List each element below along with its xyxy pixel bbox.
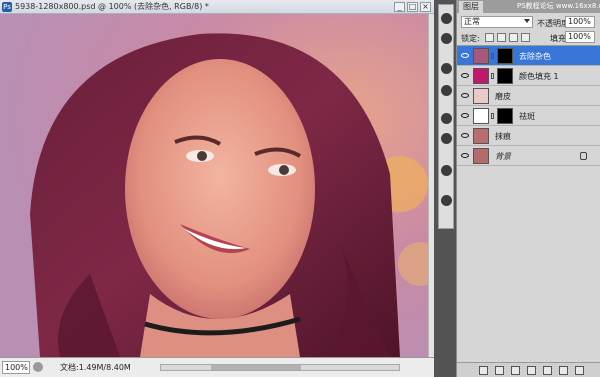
layer-thumbnail (473, 148, 489, 164)
layer-name: 颜色填充 1 (519, 72, 559, 81)
swatches-panel-icon[interactable] (441, 33, 452, 44)
brush-panel-icon[interactable] (441, 165, 452, 176)
new-layer-icon[interactable] (559, 366, 568, 375)
portrait-image (0, 14, 428, 357)
layer-thumbnail (473, 108, 489, 124)
layer-name: 去除杂色 (519, 52, 551, 61)
eye-icon[interactable] (461, 93, 469, 98)
layer-row-background[interactable]: 背景 (457, 146, 600, 166)
layer-thumbnail (473, 128, 489, 144)
lock-all-icon[interactable] (521, 33, 530, 42)
eye-icon[interactable] (461, 53, 469, 58)
opacity-field[interactable]: 100% (565, 16, 595, 28)
link-icon (491, 53, 494, 59)
lock-image-icon[interactable] (497, 33, 506, 42)
clone-source-panel-icon[interactable] (441, 195, 452, 206)
layer-row-noise-removal[interactable]: 去除杂色 (457, 46, 600, 66)
layer-row-erase-marks[interactable]: 抹痕 (457, 126, 600, 146)
fill-field[interactable]: 100% (565, 31, 595, 43)
document-window: Ps 5938-1280x800.psd @ 100% (去除杂色, RGB/8… (0, 0, 434, 377)
link-layers-icon[interactable] (479, 366, 488, 375)
panel-tab-bar: 图层 PS教程论坛 www.16xx8.com (457, 0, 600, 13)
info-panel-icon[interactable] (441, 63, 452, 74)
link-icon (491, 113, 494, 119)
layer-thumbnail (473, 48, 489, 64)
layer-thumbnail (473, 68, 489, 84)
lock-icon (580, 152, 587, 160)
document-size-info[interactable]: 文档:1.49M/8.40M (60, 362, 131, 373)
blend-mode-select[interactable]: 正常 (461, 16, 533, 28)
layer-style-icon[interactable] (495, 366, 504, 375)
layer-name: 抹痕 (495, 132, 511, 141)
eye-icon[interactable] (461, 153, 469, 158)
layer-row-spot-removal[interactable]: 祛斑 (457, 106, 600, 126)
watermark-text: PS教程论坛 www.16xx8.com (517, 2, 600, 10)
mask-thumbnail[interactable] (497, 108, 513, 124)
lock-transparent-icon[interactable] (485, 33, 494, 42)
horizontal-scrollbar[interactable] (160, 364, 400, 371)
minimize-button[interactable]: _ (394, 2, 405, 12)
history-panel-icon[interactable] (441, 113, 452, 124)
close-button[interactable]: × (420, 2, 431, 12)
lock-label: 锁定: (461, 34, 480, 43)
chevron-down-icon (524, 19, 530, 23)
trash-icon[interactable] (575, 366, 584, 375)
zoom-level-field[interactable]: 100% (2, 361, 30, 374)
layer-name: 背景 (495, 152, 511, 161)
link-icon (491, 73, 494, 79)
layers-list: 去除杂色 颜色填充 1 磨皮 祛斑 抹痕 背景 (457, 45, 600, 360)
document-title: 5938-1280x800.psd @ 100% (去除杂色, RGB/8) * (15, 2, 209, 11)
actions-panel-icon[interactable] (441, 133, 452, 144)
eye-icon[interactable] (461, 113, 469, 118)
eye-icon[interactable] (461, 133, 469, 138)
tab-layers[interactable]: 图层 (459, 1, 483, 13)
histogram-panel-icon[interactable] (441, 85, 452, 96)
layer-name: 磨皮 (495, 92, 511, 101)
eye-icon[interactable] (461, 73, 469, 78)
layer-row-smoothing[interactable]: 磨皮 (457, 86, 600, 106)
blend-mode-value: 正常 (464, 17, 480, 26)
new-group-icon[interactable] (543, 366, 552, 375)
status-bar: 100% 文档:1.49M/8.40M (0, 357, 434, 377)
layer-row-color-fill[interactable]: 颜色填充 1 (457, 66, 600, 86)
lock-position-icon[interactable] (509, 33, 518, 42)
document-titlebar[interactable]: Ps 5938-1280x800.psd @ 100% (去除杂色, RGB/8… (0, 0, 434, 14)
layers-panel: 图层 PS教程论坛 www.16xx8.com 正常 不透明度: 100% 锁定… (456, 0, 600, 377)
mask-thumbnail[interactable] (497, 48, 513, 64)
add-mask-icon[interactable] (511, 366, 520, 375)
image-canvas[interactable] (0, 14, 428, 357)
adjustment-layer-icon[interactable] (527, 366, 536, 375)
maximize-button[interactable]: □ (407, 2, 418, 12)
panel-dock (438, 4, 454, 229)
scrollbar-thumb[interactable] (211, 365, 301, 370)
zoom-icon[interactable] (33, 362, 43, 372)
color-panel-icon[interactable] (441, 13, 452, 24)
layer-name: 祛斑 (519, 112, 535, 121)
layers-panel-footer (457, 362, 600, 377)
mask-thumbnail[interactable] (497, 68, 513, 84)
layer-thumbnail (473, 88, 489, 104)
photoshop-icon: Ps (2, 2, 12, 12)
